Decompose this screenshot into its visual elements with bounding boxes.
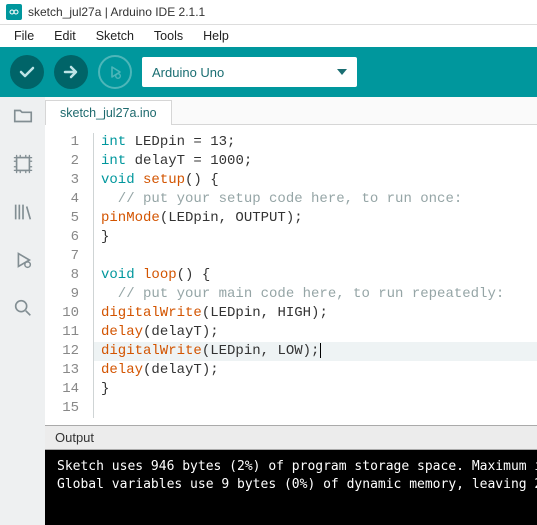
code-line[interactable] — [93, 247, 537, 266]
menu-help[interactable]: Help — [193, 27, 239, 45]
code-line[interactable]: digitalWrite(LEDpin, LOW); — [93, 342, 537, 361]
chevron-down-icon — [337, 69, 347, 75]
output-line: Sketch uses 946 bytes (2%) of program st… — [57, 458, 525, 476]
code-line[interactable]: pinMode(LEDpin, OUTPUT); — [93, 209, 537, 228]
debug-panel-icon[interactable] — [10, 247, 36, 273]
boards-manager-icon[interactable] — [10, 151, 36, 177]
menubar: File Edit Sketch Tools Help — [0, 25, 537, 47]
window-title: sketch_jul27a | Arduino IDE 2.1.1 — [28, 5, 205, 19]
activity-bar — [0, 97, 45, 525]
code-editor[interactable]: 123456789101112131415 int LEDpin = 13;in… — [45, 125, 537, 425]
code-line[interactable]: void loop() { — [93, 266, 537, 285]
code-line[interactable]: int LEDpin = 13; — [93, 133, 537, 152]
code-line[interactable]: digitalWrite(LEDpin, HIGH); — [93, 304, 537, 323]
code-line[interactable]: delay(delayT); — [93, 323, 537, 342]
code-line[interactable]: // put your setup code here, to run once… — [93, 190, 537, 209]
library-manager-icon[interactable] — [10, 199, 36, 225]
code-line[interactable]: } — [93, 380, 537, 399]
code-line[interactable]: // put your main code here, to run repea… — [93, 285, 537, 304]
code-line[interactable]: } — [93, 228, 537, 247]
board-selected-label: Arduino Uno — [152, 65, 224, 80]
editor-tabs: sketch_jul27a.ino — [45, 97, 537, 125]
arduino-app-icon — [6, 4, 22, 20]
upload-button[interactable] — [54, 55, 88, 89]
output-panel-header[interactable]: Output — [45, 425, 537, 450]
code-line[interactable] — [93, 399, 537, 418]
output-panel-body: Sketch uses 946 bytes (2%) of program st… — [45, 450, 537, 525]
code-content[interactable]: int LEDpin = 13;int delayT = 1000;void s… — [93, 133, 537, 425]
search-icon[interactable] — [10, 295, 36, 321]
verify-button[interactable] — [10, 55, 44, 89]
menu-file[interactable]: File — [4, 27, 44, 45]
output-line: Global variables use 9 bytes (0%) of dyn… — [57, 476, 525, 494]
code-line[interactable]: int delayT = 1000; — [93, 152, 537, 171]
code-line[interactable]: delay(delayT); — [93, 361, 537, 380]
folder-icon[interactable] — [10, 103, 36, 129]
code-line[interactable]: void setup() { — [93, 171, 537, 190]
titlebar: sketch_jul27a | Arduino IDE 2.1.1 — [0, 0, 537, 25]
menu-tools[interactable]: Tools — [144, 27, 193, 45]
line-gutter: 123456789101112131415 — [45, 133, 93, 425]
toolbar: Arduino Uno — [0, 47, 537, 97]
menu-edit[interactable]: Edit — [44, 27, 86, 45]
board-selector[interactable]: Arduino Uno — [142, 57, 357, 87]
tab-sketch[interactable]: sketch_jul27a.ino — [45, 100, 172, 125]
debug-button[interactable] — [98, 55, 132, 89]
menu-sketch[interactable]: Sketch — [86, 27, 144, 45]
